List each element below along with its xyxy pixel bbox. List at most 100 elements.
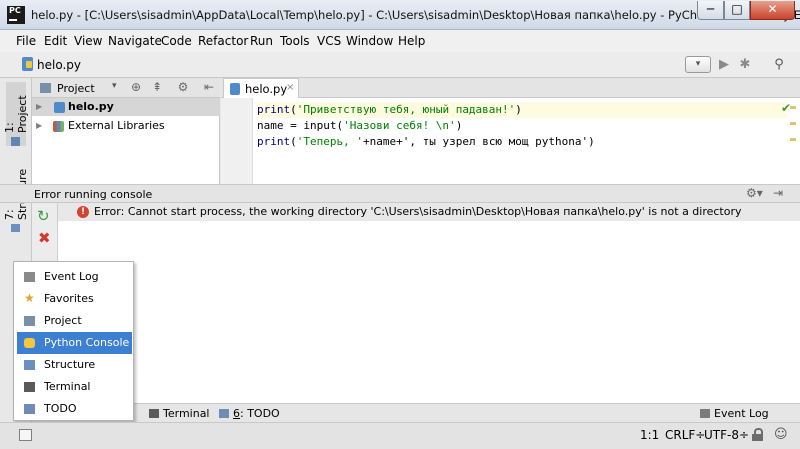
gear-icon[interactable]: ⚙▾	[746, 186, 763, 200]
menu-edit[interactable]: Edit	[44, 34, 67, 48]
menu-navigate[interactable]: Navigate	[108, 34, 162, 48]
structure-icon	[11, 224, 21, 232]
popup-item-project[interactable]: Project	[17, 310, 132, 332]
menu-code[interactable]: Code	[161, 34, 192, 48]
code-editor[interactable]: print('Приветствую тебя, юный падаван!')…	[221, 98, 800, 184]
code-text: )	[515, 103, 522, 116]
menu-run[interactable]: Run	[250, 34, 273, 48]
lock-icon[interactable]	[752, 428, 763, 441]
library-icon	[53, 121, 64, 132]
popup-item-label: TODO	[44, 402, 77, 415]
popup-item-python-console[interactable]: Python Console	[17, 332, 132, 354]
gear-icon[interactable]: ⚙	[176, 80, 190, 94]
rerun-icon[interactable]: ↻	[37, 208, 50, 224]
python-console-icon	[24, 338, 35, 348]
run-panel-header: Error running console ⚙▾ ⇥	[0, 184, 800, 203]
code-text: )	[455, 119, 463, 132]
window-title-bar[interactable]: PC helo.py - [C:\Users\sisadmin\AppData\…	[0, 0, 800, 30]
menu-help[interactable]: Help	[398, 34, 425, 48]
tree-item-label: External Libraries	[68, 119, 165, 132]
code-line[interactable]: print('Приветствую тебя, юный падаван!')	[257, 102, 787, 118]
code-text: (	[290, 103, 297, 116]
project-panel-header: Project ▾ ⊕ ⇞ ⚙ ⇤	[32, 78, 220, 98]
tree-item-label: helo.py	[68, 100, 114, 113]
breadcrumb-file[interactable]: helo.py	[37, 58, 81, 72]
popup-item-todo[interactable]: TODO	[17, 398, 132, 420]
minimize-button[interactable]: ─	[697, 1, 724, 20]
popup-item-event-log[interactable]: Event Log	[17, 266, 132, 288]
expand-arrow-icon[interactable]: ▶	[36, 98, 42, 116]
popup-item-terminal[interactable]: Terminal	[17, 376, 132, 398]
code-text: +name+', ты узрел всю мощ pythona')	[362, 135, 595, 148]
menu-refactor[interactable]: Refactor	[198, 34, 248, 48]
popup-item-favorites[interactable]: ★ Favorites	[17, 288, 132, 310]
tree-item-helo-py[interactable]: ▶ helo.py	[32, 98, 220, 116]
code-keyword: print	[257, 135, 291, 148]
close-icon[interactable]: ✖	[38, 230, 51, 246]
project-icon	[11, 137, 21, 146]
error-message: Error: Cannot start process, the working…	[94, 205, 742, 218]
popup-item-structure[interactable]: Structure	[17, 354, 132, 376]
project-icon	[40, 83, 51, 93]
structure-icon	[24, 360, 35, 370]
todo-icon	[24, 404, 35, 414]
console-output[interactable]: ! Error: Cannot start process, the worki…	[58, 203, 800, 403]
run-icon[interactable]: ▶	[716, 57, 732, 73]
error-message-row: ! Error: Cannot start process, the worki…	[58, 203, 800, 221]
line-separator-selector[interactable]: CRLF÷	[665, 428, 705, 442]
tool-windows-popup: Event Log ★ Favorites Project Python Cons…	[13, 261, 134, 421]
caret-position[interactable]: 1:1	[640, 428, 659, 442]
popup-item-label: Structure	[44, 358, 96, 371]
python-file-icon	[22, 57, 33, 71]
menu-vcs[interactable]: VCS	[317, 34, 341, 48]
menu-tools[interactable]: Tools	[280, 34, 310, 48]
project-icon	[24, 316, 35, 326]
maximize-button[interactable]: □	[724, 1, 750, 20]
project-view-selector[interactable]: Project	[57, 82, 95, 95]
side-tab-project-label: 1: Project	[3, 95, 29, 134]
menu-file[interactable]: File	[16, 34, 36, 48]
popup-item-label: Project	[44, 314, 82, 327]
chevron-down-icon[interactable]: ▾	[112, 81, 117, 91]
collapse-all-icon[interactable]: ⇞	[150, 80, 164, 94]
todo-tool-label: : TODO	[240, 407, 280, 420]
python-file-icon	[230, 83, 240, 95]
side-tab-project[interactable]: 1: Project	[3, 82, 29, 146]
menu-view[interactable]: View	[74, 34, 102, 48]
code-line[interactable]: print('Теперь, '+name+', ты узрел всю мо…	[257, 134, 595, 150]
editor-tab-helo-py[interactable]: helo.py ×	[223, 78, 299, 98]
close-tab-icon[interactable]: ×	[286, 82, 294, 93]
menu-bar: File Edit View Navigate Code Refactor Ru…	[0, 30, 800, 52]
event-log-tool-button[interactable]: Event Log	[700, 406, 769, 421]
expand-arrow-icon[interactable]: ▶	[36, 117, 42, 135]
encoding-selector[interactable]: UTF-8÷	[704, 428, 749, 442]
pycharm-app-icon[interactable]: PC	[7, 6, 25, 24]
hide-panel-icon[interactable]: ⇥	[773, 186, 783, 200]
star-icon: ★	[24, 291, 35, 305]
terminal-tool-label: Terminal	[163, 407, 210, 420]
toggle-tool-windows-icon[interactable]	[19, 429, 32, 441]
inspection-profile-icon[interactable]: ☺	[774, 427, 788, 442]
debug-icon[interactable]: ✱	[737, 57, 753, 73]
popup-item-label: Event Log	[44, 270, 99, 283]
warning-marker[interactable]	[790, 138, 796, 141]
search-icon[interactable]: ⚲	[771, 57, 787, 73]
tree-item-external-libraries[interactable]: ▶ External Libraries	[32, 117, 220, 135]
run-configuration-dropdown[interactable]: ▾	[685, 56, 711, 73]
event-log-label: Event Log	[714, 407, 769, 420]
terminal-icon	[24, 382, 35, 392]
editor-gutter[interactable]	[221, 98, 253, 184]
event-log-icon	[24, 272, 35, 282]
editor-tab-bar: helo.py ×	[221, 78, 800, 98]
warning-marker[interactable]	[790, 122, 796, 125]
navigation-bar: helo.py ▾ ▶ ✱ ⚲	[0, 52, 800, 78]
hide-panel-icon[interactable]: ⇤	[202, 80, 216, 94]
close-window-button[interactable]: ✕	[750, 1, 795, 20]
scroll-from-source-icon[interactable]: ⊕	[129, 80, 143, 94]
code-keyword: print	[257, 103, 291, 116]
warning-marker[interactable]	[790, 106, 796, 109]
terminal-tool-button[interactable]: Terminal	[149, 406, 210, 421]
todo-tool-button[interactable]: 6: TODO	[219, 406, 280, 421]
code-line[interactable]: name = input('Назови себя! \n')	[257, 118, 462, 134]
menu-window[interactable]: Window	[346, 34, 393, 48]
